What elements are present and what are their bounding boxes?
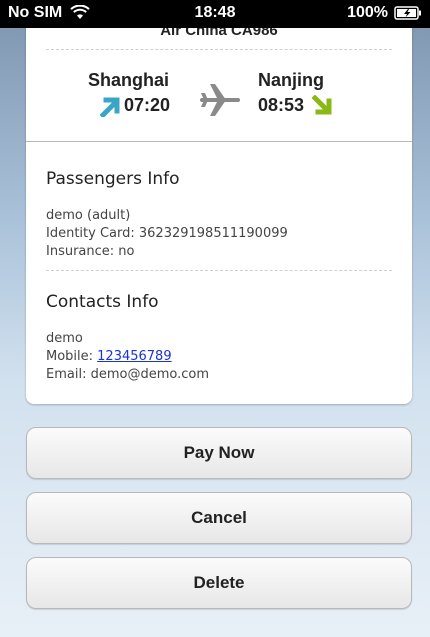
delete-button[interactable]: Delete [26, 557, 412, 609]
departure-city: Shanghai [88, 70, 170, 90]
arrival-time: 08:53 [258, 95, 305, 115]
carrier-label: No SIM [8, 4, 63, 21]
status-time: 18:48 [194, 4, 236, 21]
battery-percent: 100% [347, 4, 388, 21]
passengers-info-title: Passengers Info [46, 169, 180, 189]
status-left: No SIM [8, 4, 90, 22]
passenger-name: demo (adult) [46, 208, 131, 223]
section-divider [26, 141, 412, 142]
passenger-insurance: Insurance: no [46, 244, 135, 259]
mobile-number-link[interactable]: 123456789 [97, 349, 171, 364]
arrival-arrow-icon [311, 94, 334, 117]
pay-now-button[interactable]: Pay Now [26, 427, 412, 479]
status-bar: No SIM 18:48 100% [0, 0, 430, 28]
booking-details-card: Air China CA986 Shanghai 07:20 Nanjing 0… [26, 16, 412, 404]
status-right: 100% [347, 4, 422, 22]
dashed-divider [46, 270, 392, 271]
arrival-city: Nanjing [258, 70, 324, 90]
passenger-identity: Identity Card: 362329198511190099 [46, 226, 288, 241]
wifi-icon [70, 5, 90, 21]
battery-charging-icon [394, 6, 422, 20]
contacts-info-title: Contacts Info [46, 292, 159, 312]
contact-mobile: Mobile: 123456789 [46, 349, 172, 364]
dashed-divider [46, 49, 392, 50]
departure-time: 07:20 [124, 95, 171, 115]
mobile-label: Mobile: [46, 349, 98, 364]
contact-email: Email: demo@demo.com [46, 367, 209, 382]
departure-arrow-icon [99, 95, 122, 119]
cancel-button[interactable]: Cancel [26, 492, 412, 544]
contact-name: demo [46, 331, 83, 346]
airplane-icon [198, 78, 242, 122]
